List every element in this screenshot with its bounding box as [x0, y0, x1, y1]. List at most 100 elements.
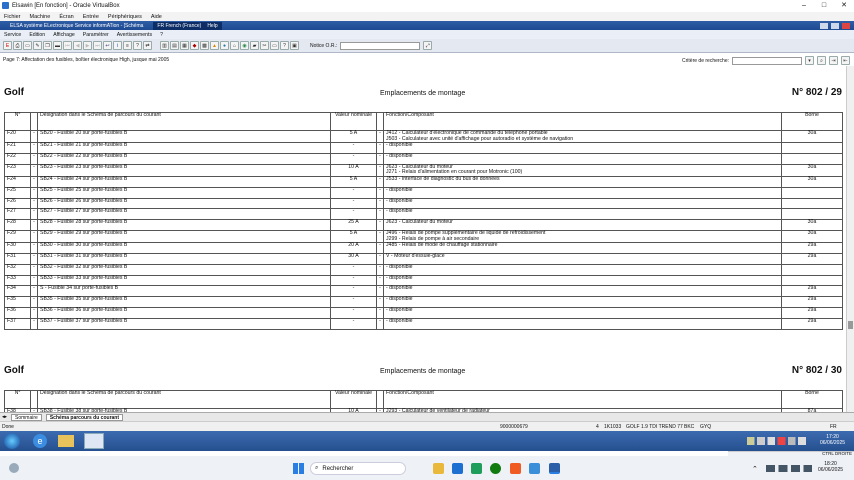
fuse-rating: 25 A [330, 219, 377, 231]
notice-input[interactable] [340, 41, 421, 50]
col-value: Valeur nominale [330, 390, 377, 409]
store-icon[interactable] [452, 463, 463, 474]
fuse-rating: 5 A [330, 229, 377, 244]
first-page-icon[interactable]: ⏮ [63, 41, 72, 50]
car-icon[interactable]: ▬ [53, 41, 62, 50]
minimize-icon[interactable]: – [794, 0, 814, 12]
fuse-function: J533 - Interface de diagnostic du bus de… [383, 175, 782, 188]
help-doc-icon[interactable]: ? [280, 41, 289, 50]
doc3-icon[interactable]: ▭ [270, 41, 279, 50]
scroll-thumb[interactable] [848, 321, 853, 329]
folder-icon[interactable] [58, 435, 74, 447]
print-icon[interactable]: ⎙ [13, 41, 22, 50]
list-icon[interactable]: ≡ [123, 41, 132, 50]
host-tray-icons[interactable] [766, 465, 812, 472]
table-row: F33- SB33 - Fusible 33 sur porte-fusibles… [4, 274, 843, 287]
windows-start-icon[interactable] [293, 463, 304, 474]
menu-peripheriques[interactable]: Périphériques [108, 14, 142, 20]
ie-icon[interactable]: e [33, 434, 47, 448]
vehicle-icon[interactable]: ▰ [250, 41, 259, 50]
swap-icon[interactable]: ⇄ [143, 41, 152, 50]
tab-nav-icon[interactable]: ◂▸ [2, 414, 7, 420]
doc2-icon[interactable]: ▦ [180, 41, 189, 50]
document-view: Golf Emplacements de montage N° 802 / 29… [0, 66, 846, 412]
next-page-icon[interactable]: ▶ [83, 41, 92, 50]
warning-icon[interactable]: ▲ [210, 41, 219, 50]
dash: - [376, 242, 384, 254]
dash: - [30, 252, 38, 265]
fuse-number: F22 [4, 152, 31, 165]
info-icon[interactable]: i [113, 41, 122, 50]
fuse-terminal: 29a [781, 242, 843, 254]
elsa-task-icon[interactable] [84, 433, 104, 449]
host-clock[interactable]: 18:20 06/06/2025 [818, 461, 843, 473]
dash: - [30, 263, 38, 276]
menu-ecran[interactable]: Écran [59, 14, 73, 20]
xbox-icon[interactable] [490, 463, 501, 474]
menu-parametrer[interactable]: Paramètrer [83, 32, 109, 38]
col-designation: Désignation dans le Schéma de parcours d… [37, 390, 331, 409]
elsa-logo-icon[interactable]: E [3, 41, 12, 50]
fuse-table: N° Désignation dans le Schéma de parcour… [4, 112, 843, 330]
virtualbox-icon[interactable] [549, 463, 560, 474]
menu-aide[interactable]: Aide [151, 14, 162, 20]
menu-machine[interactable]: Machine [30, 14, 51, 20]
menu-avertissements[interactable]: Avertissements [117, 32, 152, 38]
wrench-icon[interactable]: ✂ [260, 41, 269, 50]
document-icon[interactable]: ▤ [170, 41, 179, 50]
explorer-icon[interactable] [433, 463, 444, 474]
maximize-icon[interactable]: □ [814, 0, 834, 12]
book-icon[interactable]: ▥ [160, 41, 169, 50]
app-green-icon[interactable] [471, 463, 482, 474]
notice-go-icon[interactable]: ⤢ [423, 41, 433, 50]
repair-icon[interactable]: ◆ [190, 41, 199, 50]
question-icon[interactable]: ? [133, 41, 142, 50]
fuse-rating: - [330, 317, 377, 330]
globe-icon[interactable]: ● [220, 41, 229, 50]
col-no: N° [4, 390, 31, 409]
tab-schema[interactable]: Schéma parcours du courant [45, 413, 124, 421]
last-page-icon[interactable]: ⏭ [93, 41, 102, 50]
new-doc-icon[interactable]: ▭ [23, 41, 32, 50]
fuse-designation: SB37 - Fusible 37 sur porte-fusibles B [37, 317, 331, 330]
widgets-icon[interactable] [9, 463, 19, 473]
tray-chevron-icon[interactable]: ⌃ [752, 465, 758, 473]
search-prev-icon[interactable]: ⇤ [841, 56, 850, 65]
table-icon[interactable]: ▩ [200, 41, 209, 50]
tab-sommaire[interactable]: Sommaire [11, 413, 42, 421]
tag-icon[interactable]: ▣ [290, 41, 299, 50]
start-orb-icon[interactable] [4, 433, 20, 449]
table-row: F26- SB26 - Fusible 26 sur porte-fusibles… [4, 197, 843, 210]
menu-help[interactable]: ? [160, 32, 163, 38]
taskbar-search-label: Rechercher [322, 465, 354, 472]
search-dropdown-icon[interactable]: ▾ [805, 56, 814, 65]
menu-edition[interactable]: Edition [29, 32, 45, 38]
fuse-table-2: N° Désignation dans le Schéma de parcour… [4, 390, 843, 412]
edit-icon[interactable]: ✎ [33, 41, 42, 50]
fuse-rating: - [330, 285, 377, 298]
app-grid-icon[interactable] [529, 463, 540, 474]
search-icon[interactable]: ⌕ [817, 56, 826, 65]
prev-page-icon[interactable]: ◀ [73, 41, 82, 50]
language-bar[interactable]: FR French (France) Help [153, 21, 222, 30]
brave-icon[interactable] [510, 463, 521, 474]
menu-fichier[interactable]: Fichier [4, 14, 21, 20]
vertical-scrollbar[interactable] [846, 66, 854, 412]
elsa-window-controls[interactable] [820, 22, 850, 29]
guest-clock[interactable]: 17:20 06/06/2025 [820, 434, 845, 446]
taskbar-search[interactable]: ⌕ Rechercher [310, 462, 406, 475]
close-icon[interactable]: ✕ [834, 0, 854, 12]
search-next-icon[interactable]: ⇥ [829, 56, 838, 65]
copy-icon[interactable]: ❐ [43, 41, 52, 50]
garage-icon[interactable]: ⌂ [230, 41, 239, 50]
tray-icons[interactable] [747, 437, 811, 445]
menu-service[interactable]: Service [4, 32, 21, 38]
back-icon[interactable]: ↩ [103, 41, 112, 50]
help-label[interactable]: Help [207, 22, 217, 30]
tool-icon[interactable]: ◉ [240, 41, 249, 50]
search-input[interactable] [732, 56, 802, 65]
status-code: 9000000679 [500, 423, 528, 430]
menu-entree[interactable]: Entrée [83, 14, 99, 20]
menu-affichage[interactable]: Affichage [53, 32, 75, 38]
dash: - [376, 317, 384, 330]
